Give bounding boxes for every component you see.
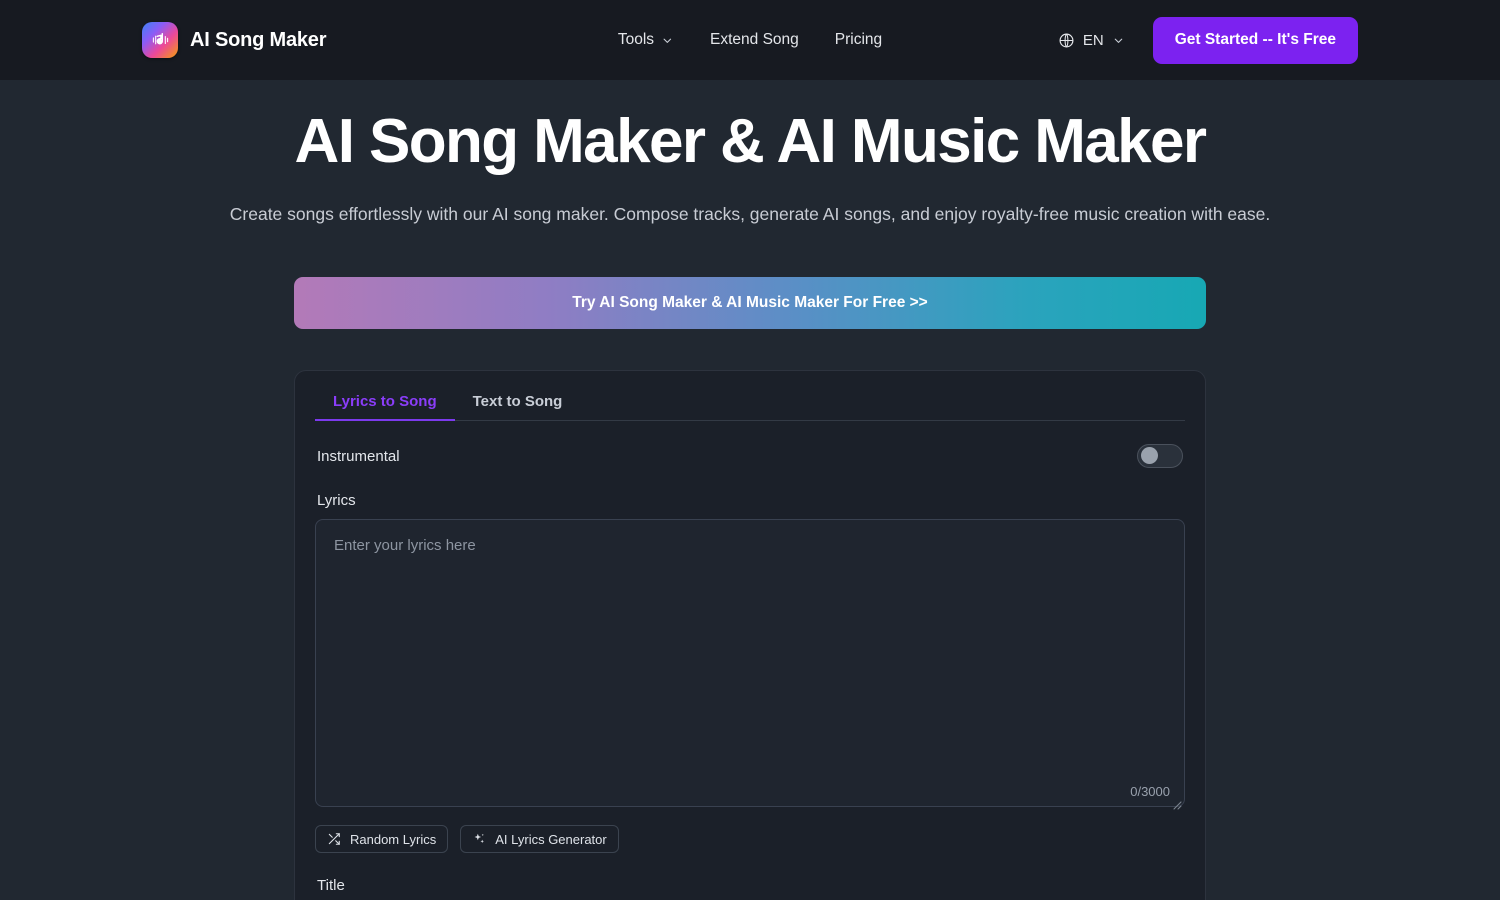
page-subtitle: Create songs effortlessly with our AI so… (229, 204, 1271, 225)
instrumental-toggle[interactable] (1137, 444, 1183, 469)
random-lyrics-button[interactable]: Random Lyrics (315, 825, 449, 854)
ai-lyrics-generator-label: AI Lyrics Generator (495, 831, 607, 847)
generator-tabs: Lyrics to Song Text to Song (315, 371, 1185, 422)
brand-logo-link[interactable]: AI Song Maker (142, 22, 327, 58)
language-switcher[interactable]: EN (1058, 32, 1125, 49)
chevron-down-icon (661, 34, 674, 47)
music-note-logo-icon (142, 22, 178, 58)
tab-text-to-song[interactable]: Text to Song (455, 385, 581, 420)
page-title: AI Song Maker & AI Music Maker (294, 107, 1208, 176)
tab-lyrics-to-song[interactable]: Lyrics to Song (315, 385, 455, 422)
toggle-knob (1141, 447, 1158, 465)
title-label: Title (317, 877, 345, 895)
header-actions: EN Get Started -- It's Free (1058, 16, 1358, 64)
nav-item-extend-song-label: Extend Song (710, 31, 799, 48)
nav-item-pricing-label: Pricing (834, 31, 883, 48)
hero-section: AI Song Maker & AI Music Maker Create so… (0, 80, 1500, 225)
globe-icon (1058, 32, 1075, 49)
instrumental-label: Instrumental (317, 447, 400, 465)
nav-item-tools-label: Tools (617, 31, 655, 48)
main-nav: Tools Extend Song Pricing (618, 31, 882, 49)
nav-item-extend-song[interactable]: Extend Song (710, 31, 799, 49)
instrumental-row: Instrumental (315, 421, 1185, 469)
lyrics-input[interactable] (315, 519, 1185, 808)
ai-lyrics-generator-button[interactable]: AI Lyrics Generator (460, 825, 619, 854)
shuffle-icon (327, 832, 341, 846)
lyrics-label: Lyrics (317, 492, 356, 510)
chevron-down-icon (1112, 34, 1125, 47)
generator-card: Lyrics to Song Text to Song Instrumental… (294, 370, 1206, 900)
brand-name: AI Song Maker (190, 28, 327, 51)
random-lyrics-label: Random Lyrics (350, 831, 437, 847)
lyrics-field-wrapper: 0/3000 (315, 519, 1185, 812)
nav-item-pricing[interactable]: Pricing (835, 31, 882, 49)
promo-banner-section: Try AI Song Maker & AI Music Maker For F… (0, 277, 1500, 330)
lyrics-action-buttons: Random Lyrics AI Lyrics Generator (315, 825, 1185, 854)
sparkles-icon (472, 832, 486, 846)
get-started-button[interactable]: Get Started -- It's Free (1152, 16, 1358, 64)
language-label: EN (1082, 31, 1104, 49)
nav-item-tools[interactable]: Tools (618, 31, 674, 49)
site-header: AI Song Maker Tools Extend Song Pricing (0, 0, 1500, 80)
try-for-free-banner-button[interactable]: Try AI Song Maker & AI Music Maker For F… (294, 277, 1206, 330)
generator-section: Lyrics to Song Text to Song Instrumental… (0, 370, 1500, 900)
